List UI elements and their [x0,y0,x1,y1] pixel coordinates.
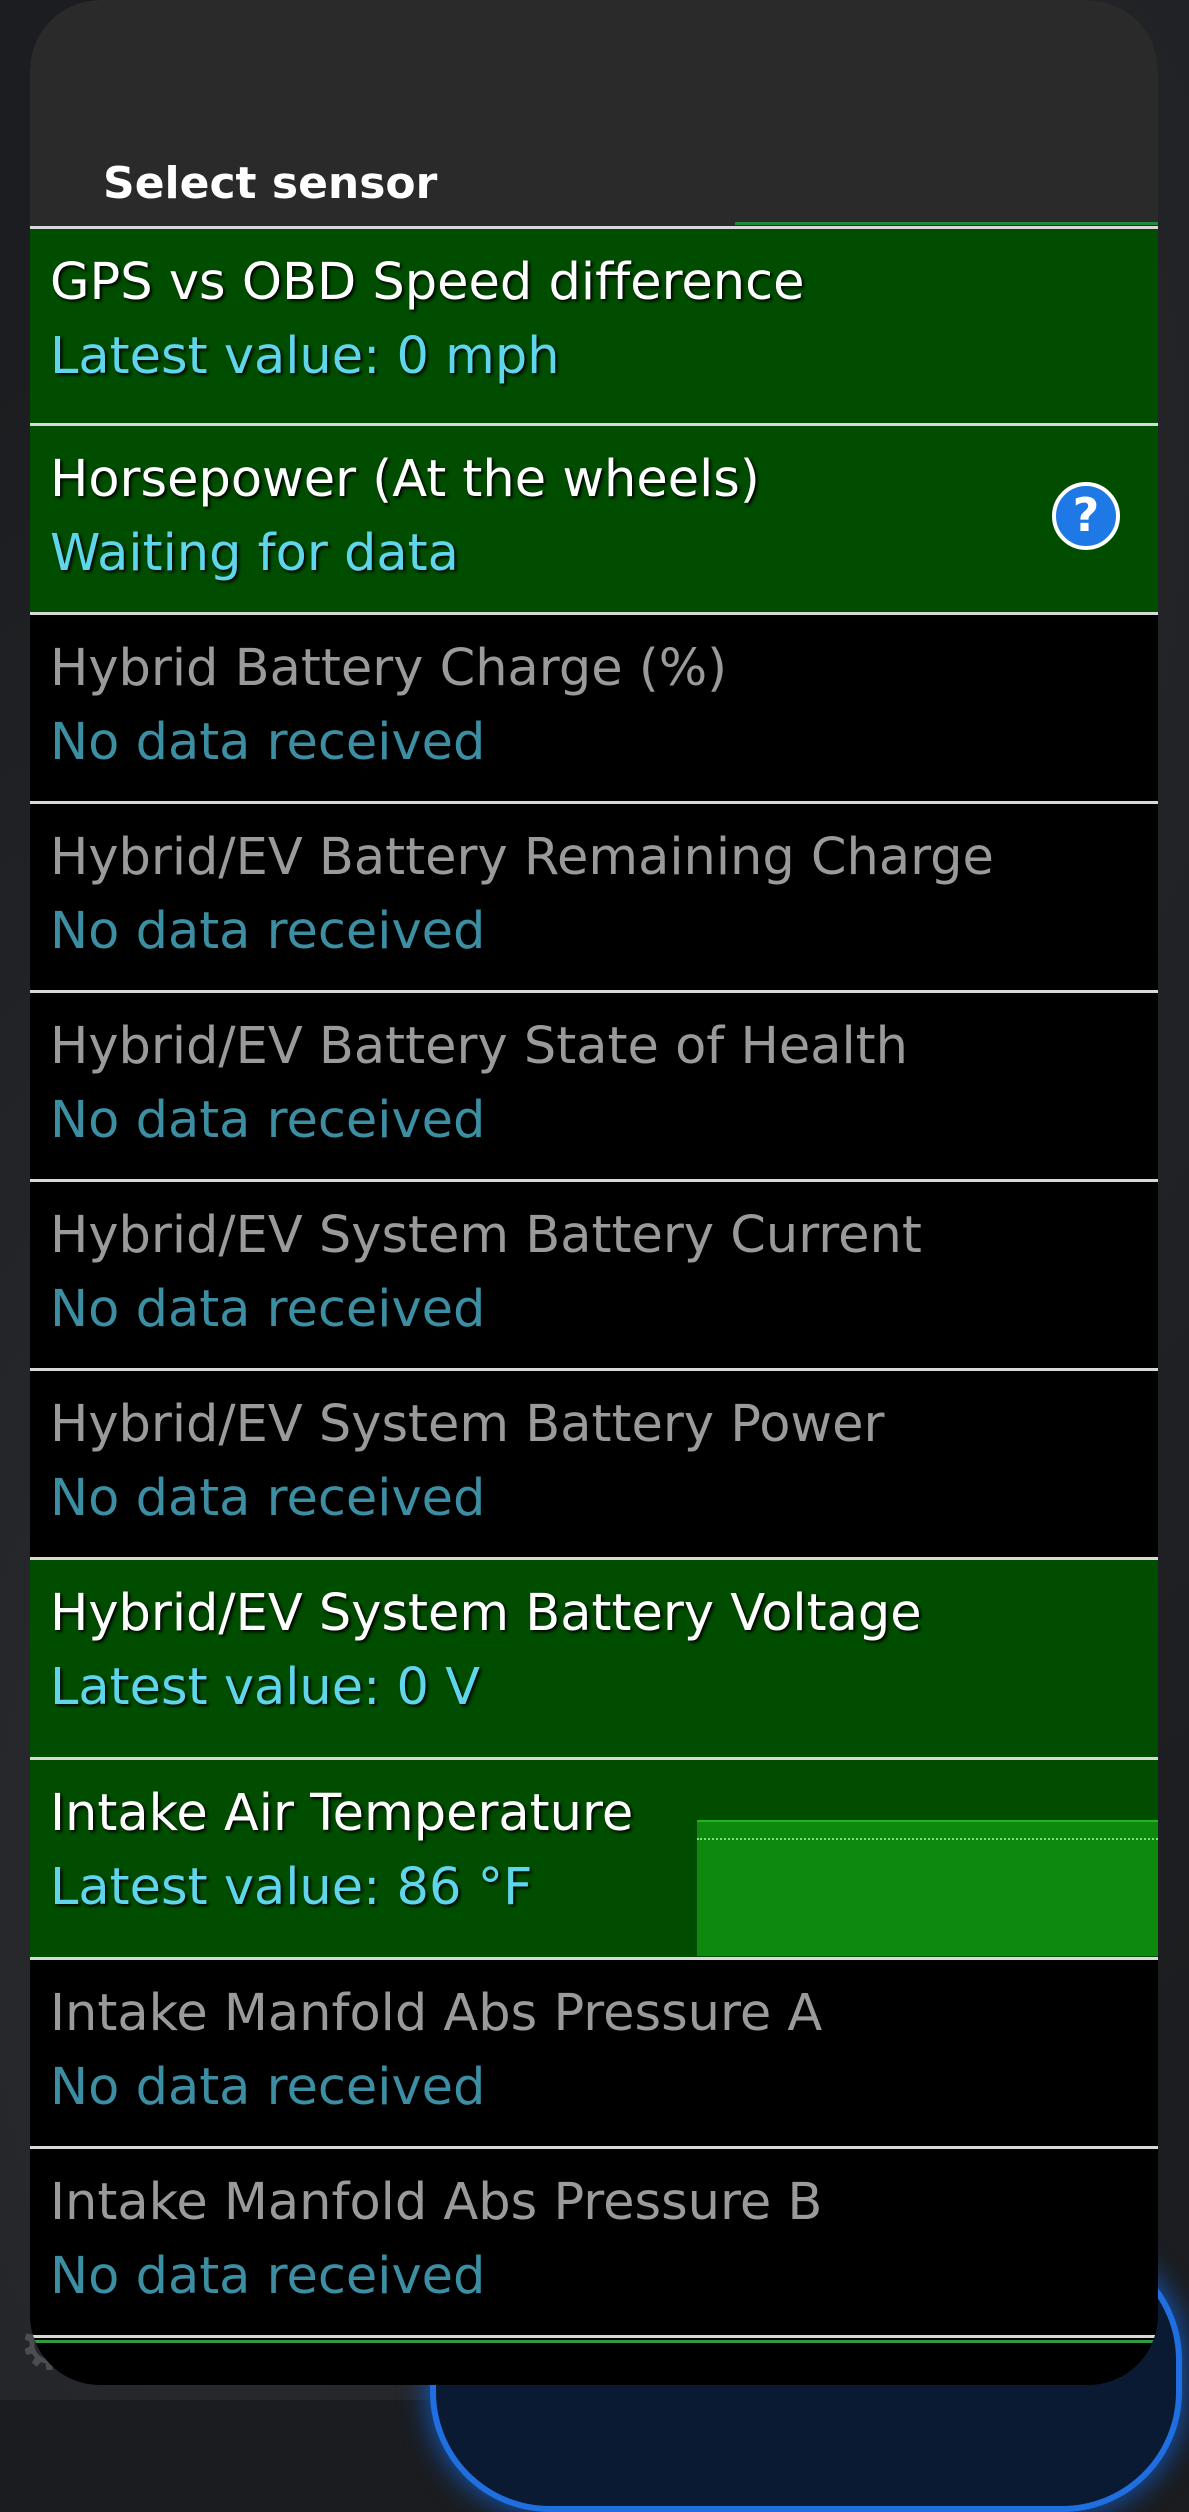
sensor-item-intake-manifold-abs-pressure-a[interactable]: Intake Manfold Abs Pressure A No data re… [30,1960,1158,2149]
sensor-item-hybrid-battery-charge[interactable]: Hybrid Battery Charge (%) No data receiv… [30,615,1158,804]
dialog-title: Select sensor [103,158,438,209]
header-underline [735,222,1158,225]
sensor-status: No data received [50,2247,486,2306]
sensor-name: Intake Manfold Abs Pressure A [50,1984,823,2043]
sensor-status: No data received [50,1469,486,1528]
sensor-name: Hybrid Battery Charge (%) [50,639,728,698]
sensor-item-intake-manifold-abs-pressure-b[interactable]: Intake Manfold Abs Pressure B No data re… [30,2149,1158,2338]
sparkline-trace [697,1838,1158,1840]
sensor-item-hybrid-ev-battery-remaining-charge[interactable]: Hybrid/EV Battery Remaining Charge No da… [30,804,1158,993]
sensor-status: Latest value: 0 V [50,1658,481,1717]
sensor-status: No data received [50,1091,486,1150]
sensor-status: No data received [50,1280,486,1339]
sensor-name: Horsepower (At the wheels) [50,450,760,509]
sensor-name: Hybrid/EV System Battery Power [50,1395,885,1454]
sensor-name: Intake Manfold Abs Pressure B [50,2173,823,2232]
sensor-status: Waiting for data [50,524,459,583]
list-next-item-edge [30,2340,1158,2385]
sensor-item-hybrid-ev-system-battery-voltage[interactable]: Hybrid/EV System Battery Voltage Latest … [30,1560,1158,1760]
sensor-name: Hybrid/EV System Battery Current [50,1206,922,1265]
sensor-name: GPS vs OBD Speed difference [50,253,805,312]
sensor-name: Hybrid/EV System Battery Voltage [50,1584,922,1643]
sensor-status: No data received [50,902,486,961]
sensor-status: No data received [50,2058,486,2117]
sensor-item-hybrid-ev-battery-state-of-health[interactable]: Hybrid/EV Battery State of Health No dat… [30,993,1158,1182]
sensor-item-hybrid-ev-system-battery-power[interactable]: Hybrid/EV System Battery Power No data r… [30,1371,1158,1560]
select-sensor-dialog: Select sensor GPS vs OBD Speed differenc… [30,0,1158,2385]
sensor-status: Latest value: 0 mph [50,327,560,386]
sensor-item-intake-air-temperature[interactable]: Intake Air Temperature Latest value: 86 … [30,1760,1158,1960]
sensor-name: Hybrid/EV Battery State of Health [50,1017,908,1076]
sensor-name: Intake Air Temperature [50,1784,634,1843]
sensor-item-horsepower[interactable]: Horsepower (At the wheels) Waiting for d… [30,426,1158,615]
sensor-name: Hybrid/EV Battery Remaining Charge [50,828,994,887]
question-circle-icon[interactable]: ? [1052,482,1120,550]
sensor-status: Latest value: 86 °F [50,1858,533,1917]
sensor-item-gps-vs-obd-speed-difference[interactable]: GPS vs OBD Speed difference Latest value… [30,226,1158,426]
dialog-header: Select sensor [30,0,1158,226]
sensor-list[interactable]: GPS vs OBD Speed difference Latest value… [30,226,1158,2338]
sensor-sparkline-graph [697,1820,1158,1956]
sensor-status: No data received [50,713,486,772]
sensor-item-hybrid-ev-system-battery-current[interactable]: Hybrid/EV System Battery Current No data… [30,1182,1158,1371]
